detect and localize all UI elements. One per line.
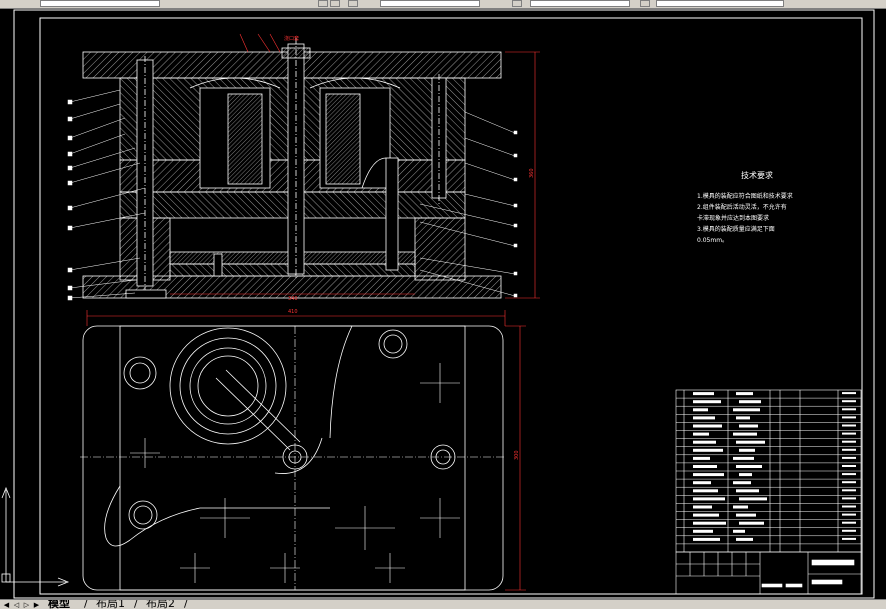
section-view [82, 38, 502, 299]
tech-req-line-1: 1.模具的装配应符合图纸和技术要求 [697, 192, 793, 200]
tab-prev-button[interactable]: ◁ [12, 601, 21, 609]
dim-section-height: 360 [529, 168, 535, 178]
parts-list-cell-text [842, 489, 856, 492]
parts-list-cell-text [693, 400, 721, 404]
parts-list-cell-text [842, 513, 856, 516]
tech-req-title: 技术要求 [741, 170, 773, 180]
parts-list-cell-text [733, 481, 751, 485]
parts-list-cell-text [842, 448, 856, 451]
parts-list-cell-text [842, 537, 856, 540]
layer-manager-button[interactable] [330, 0, 340, 7]
parts-list-cell-text [693, 481, 711, 485]
dim-top-callout: 浇口套 [284, 35, 299, 42]
parts-list-cell-text [736, 537, 753, 541]
parts-list-rows [676, 392, 861, 545]
parts-list-cell-text [842, 392, 856, 395]
dim-plan-height: 300 [514, 450, 520, 460]
parts-list-cell-text [693, 440, 716, 444]
layer-state-button[interactable] [318, 0, 328, 7]
tech-req-line-2: 2.组件装配后活动灵活，不允许有 [697, 203, 787, 211]
center-marks [80, 326, 505, 590]
parts-list-cell-text [693, 408, 708, 412]
parts-list-cell-text [733, 456, 754, 460]
parts-list-cell-text [693, 521, 726, 525]
parts-list-cell-text [693, 529, 713, 533]
dim-section-width: 340 [288, 296, 298, 302]
parts-list-cell-text [842, 432, 856, 435]
parts-list-cell-text [842, 400, 856, 403]
drawing-canvas[interactable]: 360 340 410 300 浇口套 技术要求 1.模具的装配应符合图纸和技术… [0, 8, 886, 599]
tab-first-button[interactable]: ◀ [2, 601, 11, 609]
parts-list-cell-text [842, 416, 856, 419]
parts-list-cell-text [733, 432, 757, 436]
parts-list-cell-text [693, 448, 723, 452]
parts-list-cell-text [739, 521, 764, 525]
plot-style-button[interactable] [640, 0, 650, 7]
parts-list-cell-text [736, 489, 759, 493]
parts-list-cell-text [693, 416, 715, 420]
dim-overall-width: 410 [288, 309, 298, 315]
parts-list-cell-text [842, 408, 856, 411]
parts-list-cell-text [842, 505, 856, 508]
parts-list-cell-text [736, 392, 753, 396]
layout-tab-bar: ◀ ◁ ▷ ▶ 模型 / 布局1 / 布局2 / [0, 599, 886, 609]
parts-list-cell-text [693, 456, 710, 460]
parts-list-cell-text [693, 392, 714, 396]
parts-list-cell-text [736, 513, 756, 517]
parts-list-cell-text [733, 505, 748, 509]
tab-next-button[interactable]: ▷ [22, 601, 31, 609]
parts-list-cell-text [842, 473, 856, 476]
linetype-dropdown[interactable] [530, 0, 630, 7]
parts-list-cell-text [739, 424, 758, 428]
parts-list-cell-text [693, 489, 718, 493]
parts-list-cell-text [693, 432, 709, 436]
tech-req-line-4: 3.模具的装配质量应满足下面 [697, 225, 775, 233]
parts-list-cell-text [736, 440, 765, 444]
parts-list-cell-text [693, 537, 720, 541]
parts-list-cell-text [693, 424, 722, 428]
parts-list-cell-text [739, 400, 761, 404]
title-block [675, 551, 862, 595]
parts-list-cell-text [693, 473, 724, 477]
technical-requirements: 技术要求 1.模具的装配应符合图纸和技术要求 2.组件装配后活动灵活，不允许有 … [697, 170, 793, 244]
tab-layout2[interactable]: 布局2 [146, 600, 175, 609]
parts-list-cell-text [736, 465, 762, 468]
parts-list-cell-text [842, 465, 856, 467]
lineweight-dropdown[interactable] [656, 0, 784, 7]
parts-list-cell-text [842, 529, 856, 532]
layer-dropdown[interactable] [40, 0, 160, 7]
tab-layout-separator-3: / [184, 599, 188, 609]
parts-list-cell-text [842, 456, 856, 459]
parts-list-cell-text [693, 513, 719, 517]
tech-req-line-3: 卡滞现象并应达到本图要求 [697, 214, 769, 222]
parts-list-cell-text [842, 440, 856, 443]
layer-previous-button[interactable] [348, 0, 358, 7]
parts-list-cell-text [693, 465, 717, 468]
tab-layout1[interactable]: 布局1 [96, 600, 125, 609]
ucs-icon [1, 486, 70, 587]
parts-list-cell-text [842, 521, 856, 524]
parts-list-cell-text [842, 481, 856, 484]
parts-list-cell-text [842, 497, 856, 500]
parts-list-cell-text [733, 408, 760, 412]
parts-list-cell-text [733, 529, 745, 533]
cad-window: { "tabs": [ {"label": "模型", "active": tr… [0, 0, 886, 609]
parts-list-cell-text [842, 424, 856, 427]
parts-list-cell-text [693, 497, 725, 501]
tab-layout-separator: / [84, 599, 88, 609]
parts-list-cell-text [739, 448, 755, 452]
parts-list-cell-text [739, 473, 752, 477]
parts-list-cell-text [739, 497, 767, 501]
tech-req-line-5: 0.05mm。 [697, 237, 728, 244]
tab-model[interactable]: 模型 [48, 600, 70, 609]
tab-last-button[interactable]: ▶ [32, 601, 41, 609]
linetype-button[interactable] [512, 0, 522, 7]
parts-list-cell-text [693, 505, 712, 509]
color-dropdown[interactable] [380, 0, 480, 7]
parts-list-cell-text [736, 416, 750, 420]
tab-layout-separator-2: / [134, 599, 138, 609]
